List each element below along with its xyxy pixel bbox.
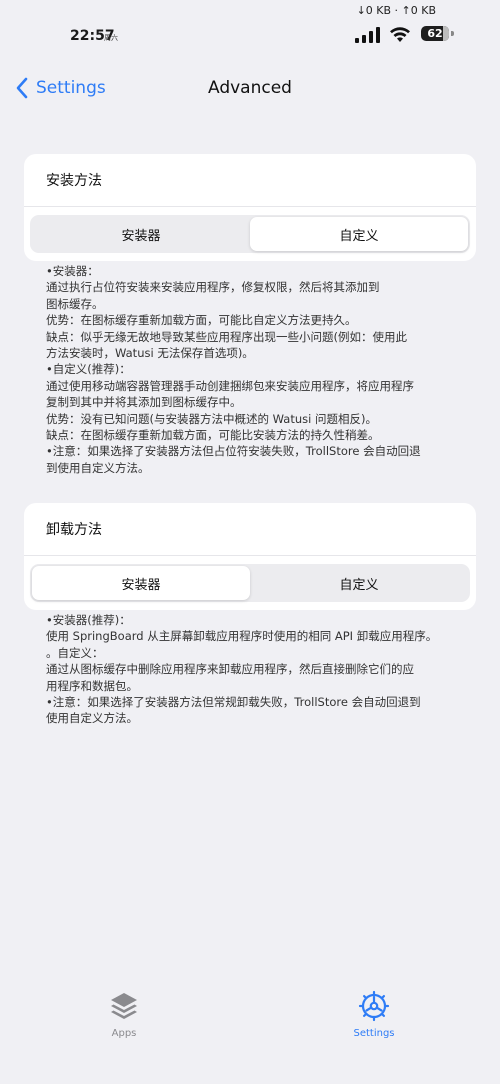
desc-line: 通过从图标缓存中删除应用程序来卸载应用程序，然后直接删除它们的应	[46, 662, 414, 677]
gear-icon	[358, 990, 390, 1022]
install-method-segmented-control: 安装器 自定义	[30, 215, 470, 253]
uninstall-method-segmented-control: 安装器 自定义	[30, 564, 470, 602]
tab-settings[interactable]: Settings	[334, 990, 414, 1039]
battery-tip	[451, 31, 454, 36]
uninstall-option-custom[interactable]: 自定义	[250, 566, 468, 600]
install-option-installer[interactable]: 安装器	[32, 217, 250, 251]
desc-line: 缺点：似乎无缘无故地导致某些应用程序出现一些小问题(例如：使用此	[46, 329, 407, 344]
desc-line: 方法安装时，Watusi 无法保存首选项)。	[46, 346, 254, 361]
desc-line: 图标缓存。	[46, 296, 104, 311]
battery-level: 62	[427, 27, 443, 40]
desc-line: 通过执行占位符安装来安装应用程序，修复权限，然后将其添加到	[46, 280, 380, 295]
install-method-card: 安装方法 安装器 自定义	[24, 154, 476, 261]
battery-icon: 62	[421, 26, 449, 41]
desc-line: 优势：在图标缓存重新加载方面，可能比自定义方法更持久。	[46, 313, 357, 328]
desc-line: 通过使用移动端容器管理器手动创建捆绑包来安装应用程序，将应用程序	[46, 378, 414, 393]
desc-line: 缺点：在图标缓存重新加载方面，可能比安装方法的持久性稍差。	[46, 428, 380, 443]
desc-line: 使用 SpringBoard 从主屏幕卸载应用程序时使用的相同 API 卸载应用…	[46, 629, 438, 644]
desc-line: 使用自定义方法。	[46, 711, 138, 726]
uninstall-option-installer[interactable]: 安装器	[32, 566, 250, 600]
install-method-description: •安装器： 通过执行占位符安装来安装应用程序，修复权限，然后将其添加到 图标缓存…	[46, 263, 456, 476]
install-option-custom[interactable]: 自定义	[250, 217, 468, 251]
layers-stack-icon	[111, 993, 137, 1019]
uninstall-method-header: 卸载方法	[24, 503, 476, 556]
desc-line: •注意：如果选择了安装器方法但常规卸载失败，TrollStore 会自动回退到	[46, 695, 421, 710]
page-title: Advanced	[208, 78, 292, 98]
tab-apps[interactable]: Apps	[84, 990, 164, 1039]
desc-line: •安装器(推荐)：	[46, 613, 131, 627]
desc-line: 用程序和数据包。	[46, 678, 138, 693]
desc-line: 到使用自定义方法。	[46, 460, 150, 475]
install-method-header: 安装方法	[24, 154, 476, 207]
desc-line: •注意：如果选择了安装器方法但占位符安装失败，TrollStore 会自动回退	[46, 444, 421, 459]
uninstall-method-description: •安装器(推荐)： 使用 SpringBoard 从主屏幕卸载应用程序时使用的相…	[46, 612, 456, 727]
network-speed: ↓0 KB · ↑0 KB	[356, 4, 436, 17]
desc-line: 。自定义：	[46, 645, 104, 660]
wifi-icon	[390, 27, 410, 42]
desc-line: 优势：没有已知问题(与安装器方法中概述的 Watusi 问题相反)。	[46, 411, 377, 426]
uninstall-method-card: 卸载方法 安装器 自定义	[24, 503, 476, 610]
tab-apps-label: Apps	[111, 1028, 137, 1039]
status-bar: ↓0 KB · ↑0 KB 22:57 周六 62	[0, 0, 500, 60]
desc-line: •安装器：	[46, 264, 99, 278]
tab-bar: Apps Settings	[0, 990, 500, 1050]
navigation-bar: Settings Advanced	[0, 66, 500, 110]
tab-settings-label: Settings	[353, 1028, 395, 1039]
status-day: 周六	[104, 34, 118, 42]
cellular-signal-icon	[355, 27, 380, 43]
desc-line: 复制到其中并将其添加到图标缓存中。	[46, 395, 242, 410]
desc-line: •自定义(推荐)：	[46, 362, 131, 377]
